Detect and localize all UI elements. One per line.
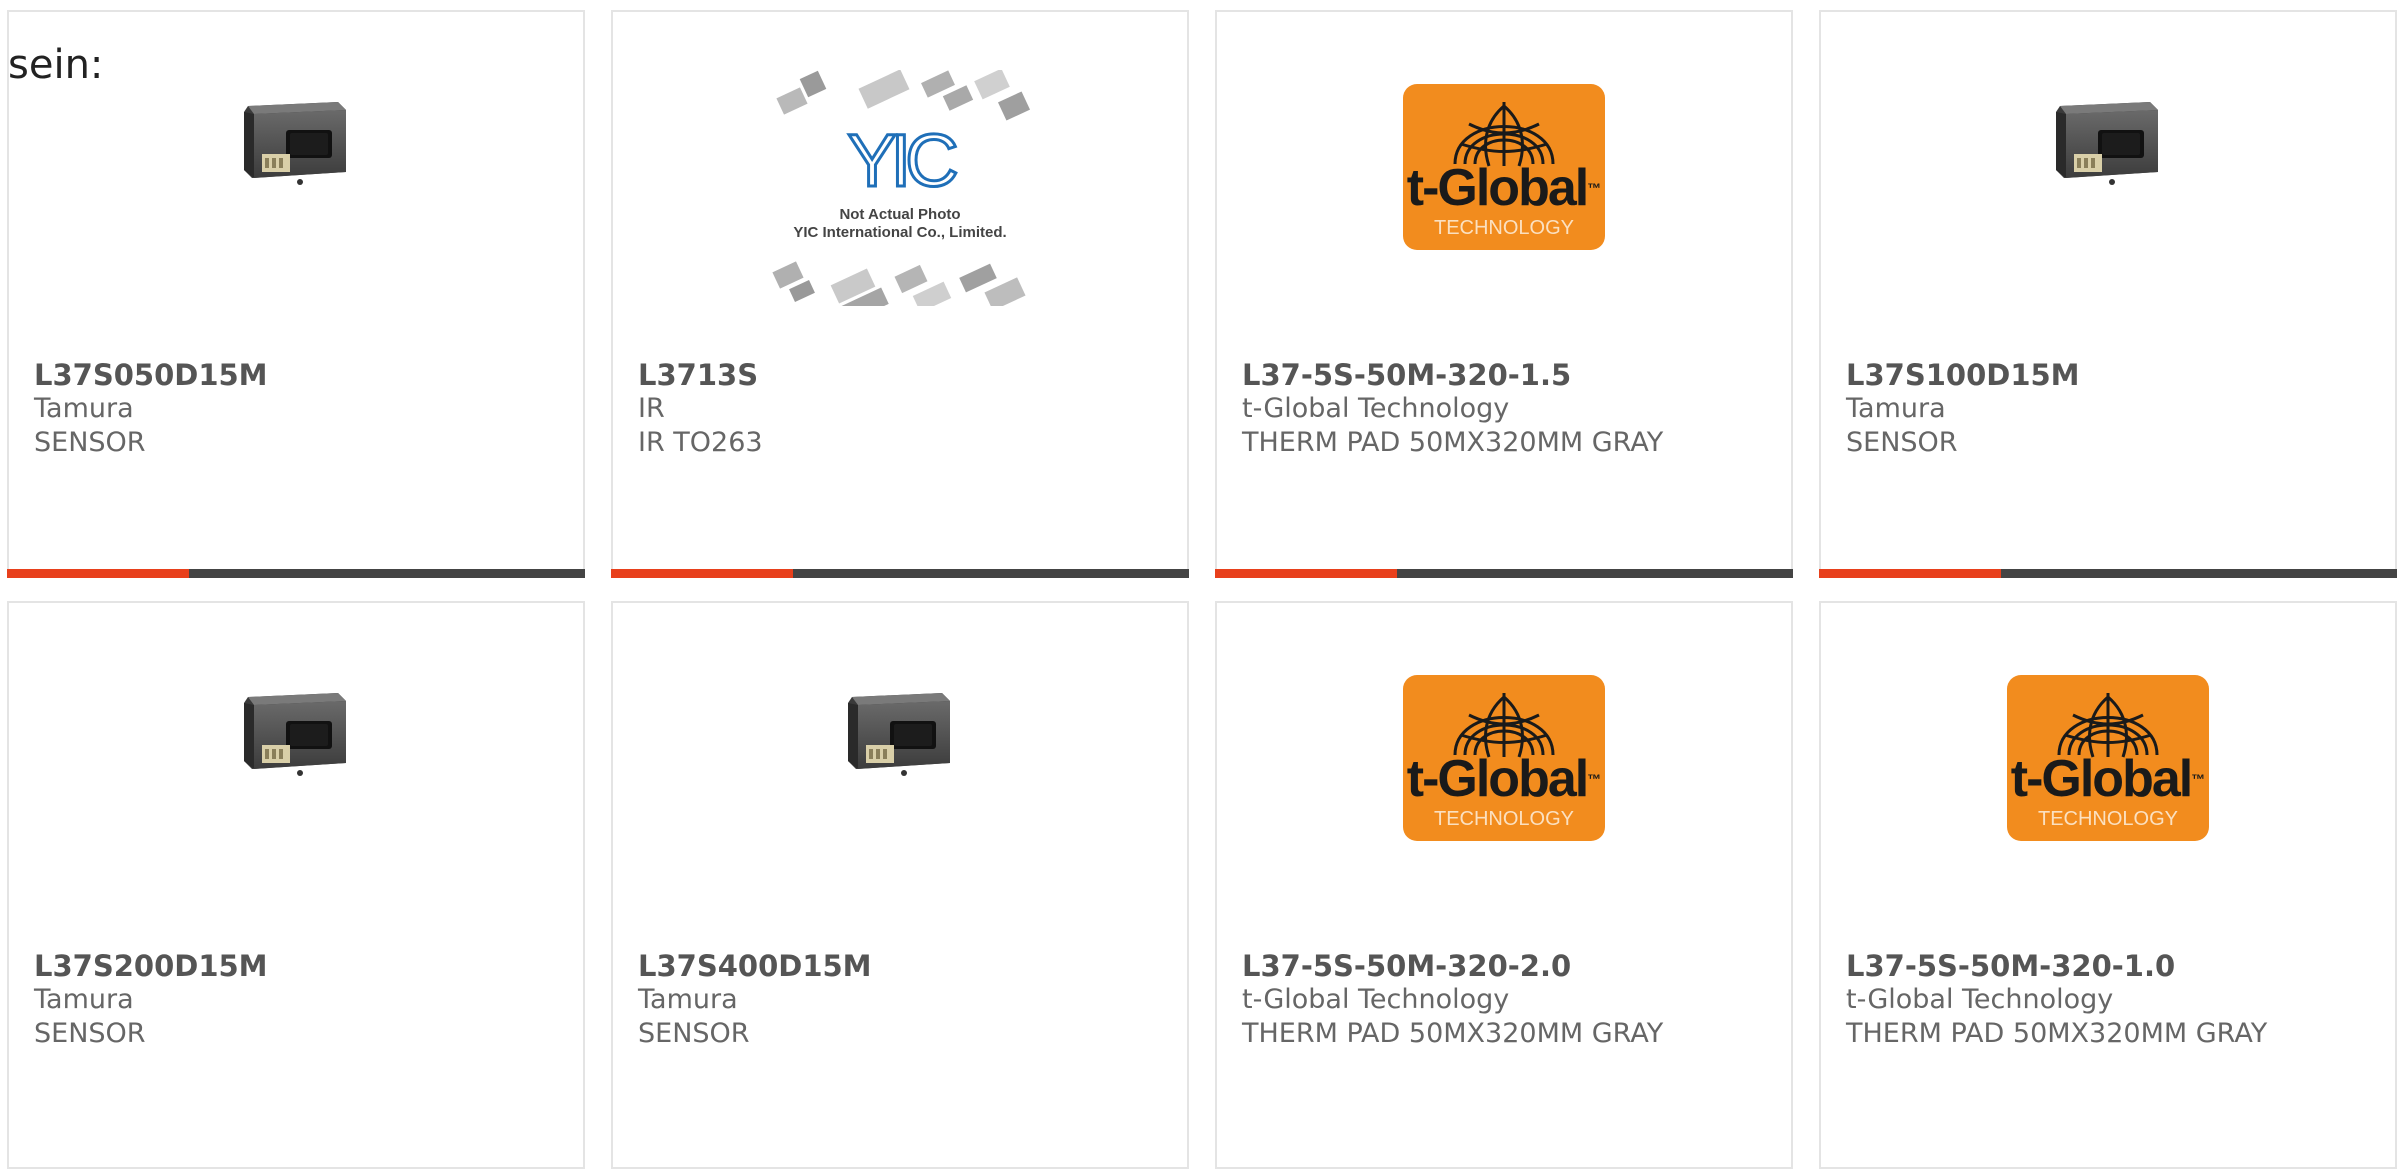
product-manufacturer: Tamura xyxy=(638,984,738,1015)
card-accent-bar xyxy=(1215,569,1397,578)
product-manufacturer: t-Global Technology xyxy=(1242,984,1510,1015)
tamura-sensor-icon xyxy=(2056,102,2158,185)
product-image[interactable] xyxy=(1821,82,2395,282)
product-card[interactable]: L37S200D15M Tamura SENSOR xyxy=(7,601,585,1169)
product-image[interactable]: t-Global™ TECHNOLOGY xyxy=(1821,673,2395,873)
product-image[interactable]: t-Global™ TECHNOLOGY xyxy=(1217,82,1791,282)
tglobal-logo-icon: t-Global™ TECHNOLOGY xyxy=(1403,675,1605,841)
yic-line1: Not Actual Photo xyxy=(839,206,961,223)
tamura-sensor-icon xyxy=(848,693,950,776)
tglobal-subtitle: TECHNOLOGY xyxy=(2037,808,2179,830)
tamura-sensor-icon xyxy=(244,693,346,776)
product-description: IR TO263 xyxy=(638,427,763,458)
product-manufacturer: Tamura xyxy=(1846,393,1946,424)
tglobal-subtitle: TECHNOLOGY xyxy=(1433,217,1575,239)
tglobal-brand: t-Global xyxy=(1406,159,1589,217)
product-image[interactable] xyxy=(9,673,583,873)
yic-placeholder-icon: YIC Not Actual Photo YIC International C… xyxy=(765,70,1035,306)
product-part-number[interactable]: L37-5S-50M-320-2.0 xyxy=(1242,949,1571,983)
product-description: SENSOR xyxy=(34,1018,146,1049)
card-bottom-bar xyxy=(1819,569,2397,578)
product-image[interactable] xyxy=(613,673,1187,873)
product-card[interactable]: t-Global™ TECHNOLOGY L37-5S-50M-320-1.0 … xyxy=(1819,601,2397,1169)
product-card[interactable]: L37S400D15M Tamura SENSOR xyxy=(611,601,1189,1169)
product-part-number[interactable]: L37-5S-50M-320-1.0 xyxy=(1846,949,2175,983)
tglobal-tm: ™ xyxy=(1587,771,1602,787)
tglobal-brand: t-Global xyxy=(2010,750,2193,808)
tglobal-brand: t-Global xyxy=(1406,750,1589,808)
product-manufacturer: Tamura xyxy=(34,393,134,424)
card-bottom-bar xyxy=(7,569,585,578)
product-part-number[interactable]: L37S050D15M xyxy=(34,358,268,392)
tglobal-logo-icon: t-Global™ TECHNOLOGY xyxy=(2007,675,2209,841)
tglobal-tm: ™ xyxy=(2191,771,2206,787)
product-card[interactable]: YIC Not Actual Photo YIC International C… xyxy=(611,10,1189,578)
yic-brand: YIC xyxy=(846,119,960,202)
product-part-number[interactable]: L37S100D15M xyxy=(1846,358,2080,392)
product-image[interactable] xyxy=(9,82,583,282)
product-manufacturer: t-Global Technology xyxy=(1846,984,2114,1015)
product-image[interactable]: YIC Not Actual Photo YIC International C… xyxy=(613,70,1187,306)
tglobal-tm: ™ xyxy=(1587,180,1602,196)
product-part-number[interactable]: L37S200D15M xyxy=(34,949,268,983)
product-description: SENSOR xyxy=(1846,427,1958,458)
card-bottom-bar xyxy=(1215,569,1793,578)
product-card[interactable]: t-Global™ TECHNOLOGY L37-5S-50M-320-1.5 … xyxy=(1215,10,1793,578)
product-part-number[interactable]: L3713S xyxy=(638,358,758,392)
product-part-number[interactable]: L37S400D15M xyxy=(638,949,872,983)
product-manufacturer: Tamura xyxy=(34,984,134,1015)
card-accent-bar xyxy=(7,569,189,578)
product-card[interactable]: L37S100D15M Tamura SENSOR xyxy=(1819,10,2397,578)
tglobal-subtitle: TECHNOLOGY xyxy=(1433,808,1575,830)
intro-text: sein: xyxy=(8,42,104,88)
product-manufacturer: t-Global Technology xyxy=(1242,393,1510,424)
product-card[interactable]: L37S050D15M Tamura SENSOR xyxy=(7,10,585,578)
tamura-sensor-icon xyxy=(244,102,346,185)
card-accent-bar xyxy=(1819,569,2001,578)
product-description: SENSOR xyxy=(638,1018,750,1049)
product-description: THERM PAD 50MX320MM GRAY xyxy=(1242,1018,1664,1049)
yic-line2: YIC International Co., Limited. xyxy=(793,224,1007,241)
product-description: THERM PAD 50MX320MM GRAY xyxy=(1242,427,1664,458)
product-card[interactable]: t-Global™ TECHNOLOGY L37-5S-50M-320-2.0 … xyxy=(1215,601,1793,1169)
product-part-number[interactable]: L37-5S-50M-320-1.5 xyxy=(1242,358,1571,392)
card-bottom-bar xyxy=(611,569,1189,578)
card-accent-bar xyxy=(611,569,793,578)
tglobal-logo-icon: t-Global™ TECHNOLOGY xyxy=(1403,84,1605,250)
product-description: THERM PAD 50MX320MM GRAY xyxy=(1846,1018,2268,1049)
product-manufacturer: IR xyxy=(638,393,665,424)
product-description: SENSOR xyxy=(34,427,146,458)
product-image[interactable]: t-Global™ TECHNOLOGY xyxy=(1217,673,1791,873)
